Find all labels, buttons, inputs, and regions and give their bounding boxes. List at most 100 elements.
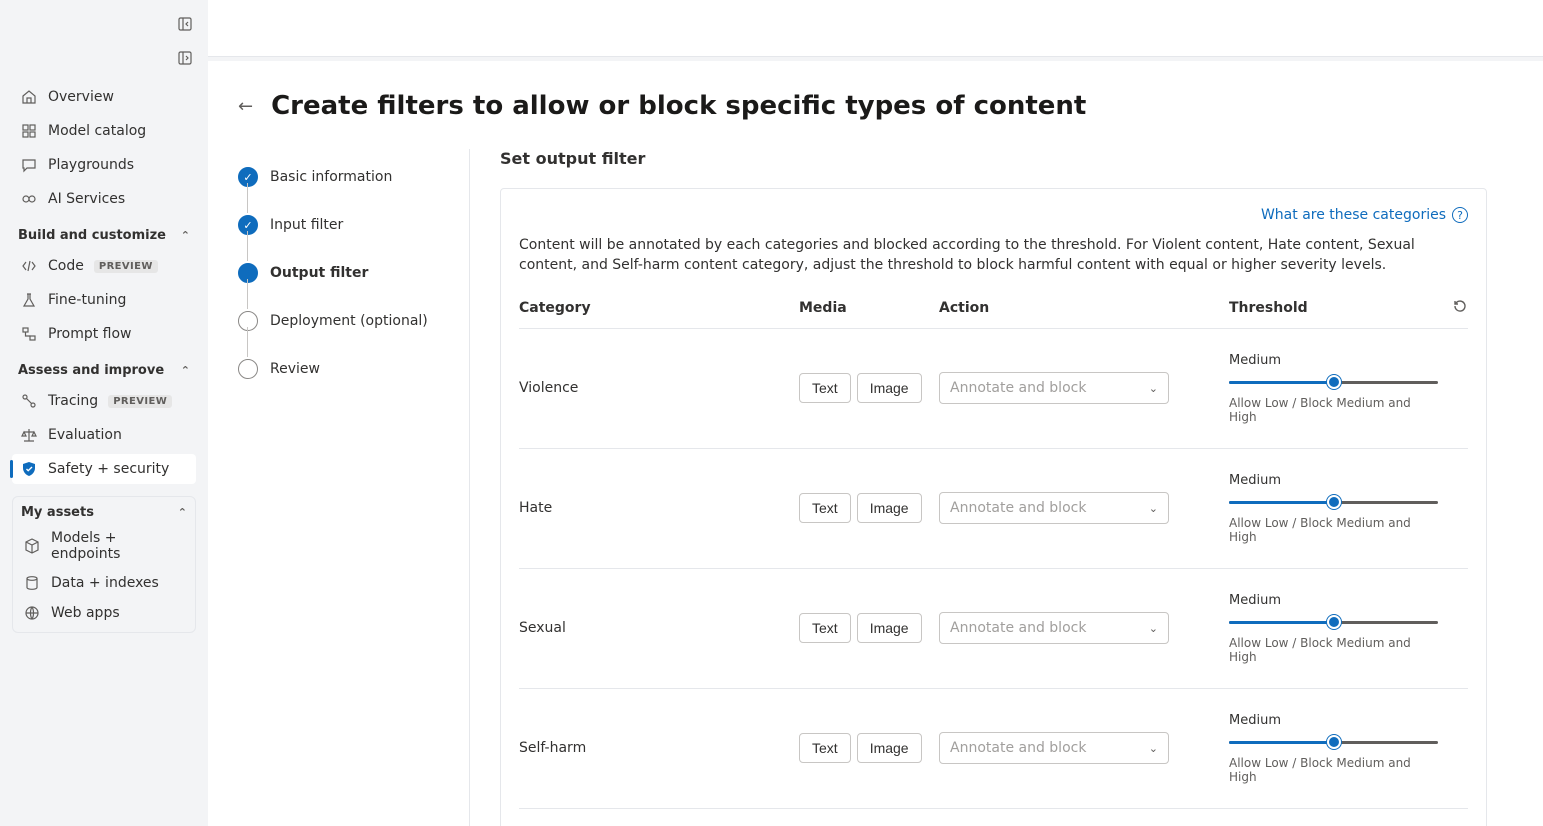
media-text-button[interactable]: Text: [799, 493, 851, 523]
cube-icon: [23, 537, 41, 555]
sidebar-item-code[interactable]: Code PREVIEW: [12, 251, 196, 281]
section-my-assets[interactable]: My assets ⌃: [15, 501, 193, 524]
threshold-slider[interactable]: [1229, 614, 1438, 630]
action-select[interactable]: Annotate and block ⌄: [939, 612, 1169, 644]
top-bar: [208, 0, 1543, 57]
column-header-category: Category: [519, 300, 799, 316]
column-header-media: Media: [799, 300, 939, 316]
media-image-button[interactable]: Image: [857, 733, 922, 763]
sidebar-item-label: Models + endpoints: [51, 530, 185, 562]
media-image-button[interactable]: Image: [857, 613, 922, 643]
link-icon: [20, 190, 38, 208]
wizard-step-basic-information[interactable]: Basic information: [238, 153, 451, 201]
chevron-down-icon: ⌄: [1149, 382, 1158, 395]
chevron-up-icon: ⌃: [178, 506, 187, 519]
help-categories-link[interactable]: What are these categories ?: [1261, 207, 1468, 223]
sidebar-item-web-apps[interactable]: Web apps: [15, 598, 193, 628]
filter-row-protected-material: Protected material for text i Text Annot…: [519, 809, 1468, 826]
sidebar-item-label: Code: [48, 258, 84, 274]
threshold-slider[interactable]: [1229, 494, 1438, 510]
filter-card: What are these categories ? Content will…: [500, 188, 1487, 826]
media-image-button[interactable]: Image: [857, 373, 922, 403]
chat-icon: [20, 156, 38, 174]
flask-icon: [20, 291, 38, 309]
section-assess-improve[interactable]: Assess and improve ⌃: [12, 353, 196, 382]
sidebar: Overview Model catalog Playgrounds AI Se…: [0, 0, 208, 826]
wizard-steps: Basic information Input filter Output fi…: [238, 149, 470, 826]
threshold-label: Medium: [1229, 593, 1438, 608]
page-title: Create filters to allow or block specifi…: [271, 91, 1086, 121]
column-header-threshold: Threshold: [1229, 300, 1438, 316]
globe-icon: [23, 604, 41, 622]
collapse-sidebar-icon[interactable]: [176, 14, 196, 34]
sidebar-item-label: Model catalog: [48, 123, 146, 139]
media-text-button[interactable]: Text: [799, 733, 851, 763]
threshold-slider[interactable]: [1229, 734, 1438, 750]
column-header-action: Action: [939, 300, 1229, 316]
catalog-icon: [20, 122, 38, 140]
sidebar-item-fine-tuning[interactable]: Fine-tuning: [12, 285, 196, 315]
threshold-label: Medium: [1229, 353, 1438, 368]
sidebar-item-label: Safety + security: [48, 461, 169, 477]
preview-badge: PREVIEW: [94, 260, 158, 273]
reset-icon[interactable]: [1452, 298, 1468, 318]
sidebar-item-ai-services[interactable]: AI Services: [12, 184, 196, 214]
collapse-group-icon[interactable]: [176, 48, 196, 68]
media-text-button[interactable]: Text: [799, 613, 851, 643]
wizard-step-deployment[interactable]: Deployment (optional): [238, 297, 451, 345]
sidebar-item-model-catalog[interactable]: Model catalog: [12, 116, 196, 146]
threshold-description: Allow Low / Block Medium and High: [1229, 396, 1438, 424]
step-pending-icon: [238, 311, 258, 331]
scale-icon: [20, 426, 38, 444]
sidebar-item-tracing[interactable]: Tracing PREVIEW: [12, 386, 196, 416]
code-icon: [20, 257, 38, 275]
threshold-description: Allow Low / Block Medium and High: [1229, 516, 1438, 544]
filter-row-self-harm: Self-harm Text Image Annotate and block …: [519, 689, 1468, 809]
sidebar-item-label: Evaluation: [48, 427, 122, 443]
sidebar-item-playgrounds[interactable]: Playgrounds: [12, 150, 196, 180]
section-description: Content will be annotated by each catego…: [519, 235, 1468, 276]
media-text-button[interactable]: Text: [799, 373, 851, 403]
sidebar-item-label: Playgrounds: [48, 157, 134, 173]
threshold-slider[interactable]: [1229, 374, 1438, 390]
section-title: Set output filter: [500, 149, 1487, 168]
wizard-step-label: Output filter: [270, 265, 368, 281]
sidebar-item-label: Tracing: [48, 393, 98, 409]
category-name: Sexual: [519, 620, 799, 636]
flow-icon: [20, 325, 38, 343]
sidebar-item-data-indexes[interactable]: Data + indexes: [15, 568, 193, 598]
back-arrow-icon[interactable]: ←: [238, 96, 253, 117]
sidebar-item-label: Web apps: [51, 605, 120, 621]
step-complete-icon: [238, 215, 258, 235]
filter-row-violence: Violence Text Image Annotate and block ⌄: [519, 329, 1468, 449]
chevron-up-icon: ⌃: [181, 364, 190, 377]
wizard-step-output-filter[interactable]: Output filter: [238, 249, 451, 297]
sidebar-item-evaluation[interactable]: Evaluation: [12, 420, 196, 450]
category-name: Violence: [519, 380, 799, 396]
sidebar-item-models-endpoints[interactable]: Models + endpoints: [15, 524, 193, 568]
section-build-customize[interactable]: Build and customize ⌃: [12, 218, 196, 247]
help-icon: ?: [1452, 207, 1468, 223]
chevron-up-icon: ⌃: [181, 229, 190, 242]
sidebar-item-label: Prompt flow: [48, 326, 132, 342]
sidebar-item-prompt-flow[interactable]: Prompt flow: [12, 319, 196, 349]
sidebar-item-overview[interactable]: Overview: [12, 82, 196, 112]
chevron-down-icon: ⌄: [1149, 742, 1158, 755]
action-select[interactable]: Annotate and block ⌄: [939, 492, 1169, 524]
database-icon: [23, 574, 41, 592]
wizard-step-label: Basic information: [270, 169, 392, 185]
wizard-step-review[interactable]: Review: [238, 345, 451, 393]
wizard-step-label: Review: [270, 361, 320, 377]
sidebar-item-label: Fine-tuning: [48, 292, 126, 308]
wizard-step-input-filter[interactable]: Input filter: [238, 201, 451, 249]
action-select[interactable]: Annotate and block ⌄: [939, 372, 1169, 404]
media-image-button[interactable]: Image: [857, 493, 922, 523]
step-pending-icon: [238, 359, 258, 379]
sidebar-item-safety-security[interactable]: Safety + security: [12, 454, 196, 484]
wizard-step-label: Input filter: [270, 217, 343, 233]
chevron-down-icon: ⌄: [1149, 622, 1158, 635]
step-current-icon: [238, 263, 258, 283]
threshold-label: Medium: [1229, 473, 1438, 488]
sidebar-item-label: Overview: [48, 89, 114, 105]
action-select[interactable]: Annotate and block ⌄: [939, 732, 1169, 764]
